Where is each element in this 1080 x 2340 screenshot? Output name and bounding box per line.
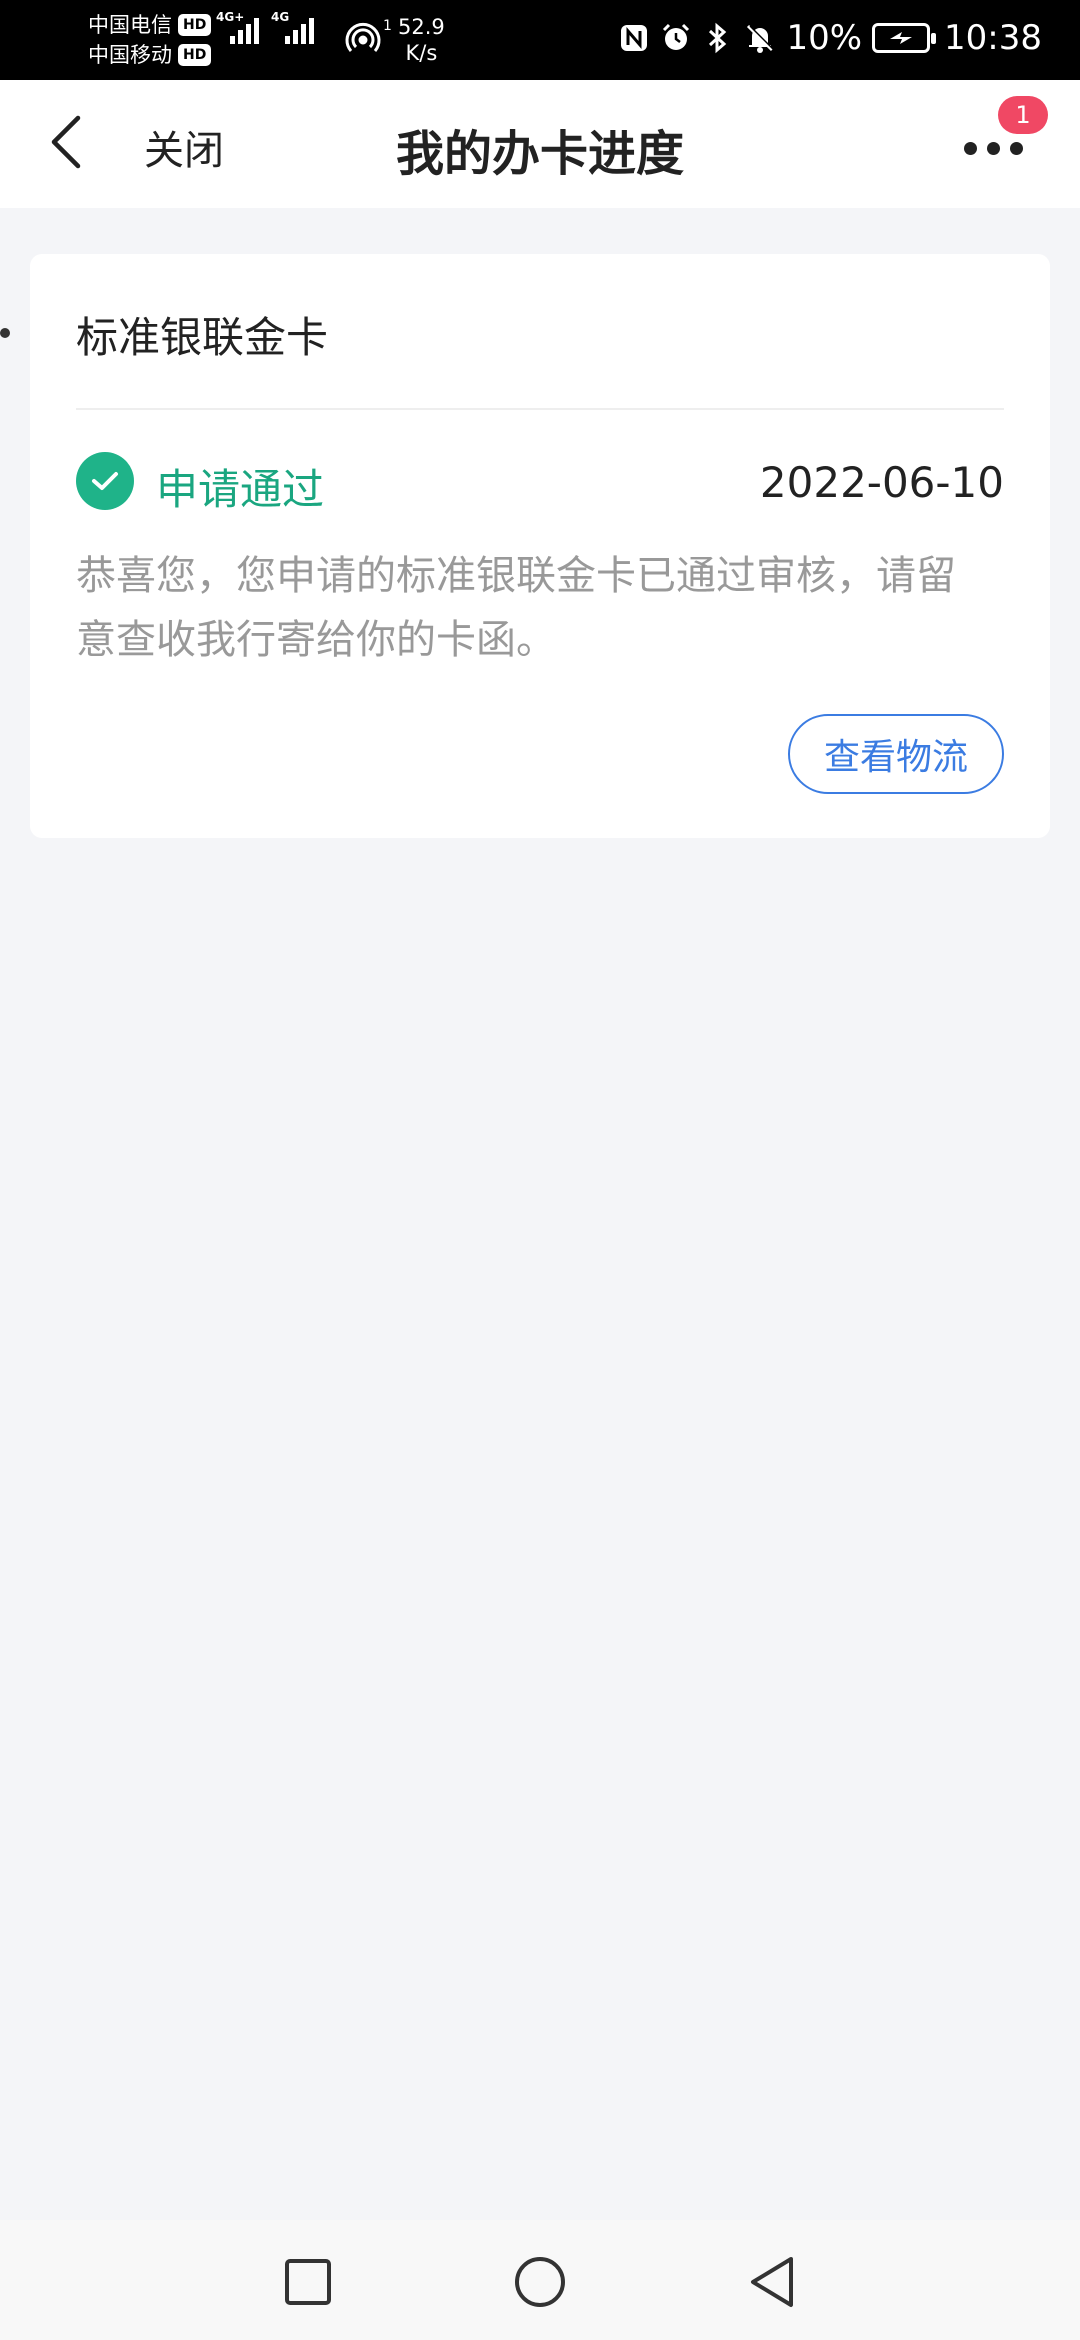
square-icon <box>285 2259 331 2305</box>
status-date: 2022-06-10 <box>759 458 1004 507</box>
notification-badge: 1 <box>998 96 1048 134</box>
signal-indicators: 4G+ 4G <box>216 10 314 44</box>
system-nav-bar <box>0 2220 1080 2340</box>
hd-badge: HD <box>178 14 212 36</box>
network-2-label: 4G <box>271 10 290 24</box>
hotspot-count: 1 <box>383 18 392 34</box>
signal-2-icon: 4G <box>271 10 314 44</box>
divider <box>76 408 1004 410</box>
home-button[interactable] <box>510 2252 570 2312</box>
more-button[interactable]: 1 <box>960 96 1048 180</box>
hotspot-icon <box>345 20 381 60</box>
recent-apps-button[interactable] <box>278 2252 338 2312</box>
view-logistics-button[interactable]: 查看物流 <box>788 714 1004 794</box>
card-progress: 标准银联金卡 申请通过 2022-06-10 恭喜您，您申请的标准银联金卡已通过… <box>30 254 1050 838</box>
bluetooth-icon <box>702 22 734 54</box>
status-description: 恭喜您，您申请的标准银联金卡已通过审核，请留意查收我行寄给你的卡函。 <box>76 553 956 663</box>
check-circle-icon <box>76 452 134 510</box>
status-label: 申请通过 <box>156 465 325 514</box>
status-right: 10% 10:38 <box>618 18 1042 58</box>
mute-bell-icon <box>744 22 776 54</box>
status-line: 申请通过 2022-06-10 <box>76 450 1004 514</box>
triangle-left-icon <box>751 2257 793 2307</box>
carrier-1-label: 中国电信 <box>88 13 172 37</box>
speed-value: 52.9 <box>398 15 445 39</box>
circle-icon <box>515 2257 565 2307</box>
card-title: 标准银联金卡 <box>76 313 329 362</box>
battery-charging-icon <box>872 23 937 53</box>
network-1-label: 4G+ <box>216 10 245 24</box>
nfc-icon <box>618 22 650 54</box>
status-bar: 中国电信 HD 中国移动 HD 4G+ 4G 1 52.9 K/s 10% 10… <box>0 0 1080 80</box>
nav-header: 关闭 我的办卡进度 1 <box>0 80 1080 208</box>
system-back-button[interactable] <box>742 2252 802 2312</box>
carrier-info: 中国电信 HD 中国移动 HD <box>88 10 212 70</box>
network-speed: 52.9 K/s <box>398 14 445 66</box>
clock: 10:38 <box>944 18 1042 58</box>
page-title: 我的办卡进度 <box>395 126 684 182</box>
more-dots-icon <box>964 142 1023 155</box>
hd-badge: HD <box>178 44 212 66</box>
alarm-icon <box>660 22 692 54</box>
carrier-2-label: 中国移动 <box>88 43 172 67</box>
side-dot <box>0 328 10 338</box>
battery-percent: 10% <box>786 18 863 58</box>
signal-1-icon: 4G+ <box>216 10 259 44</box>
speed-unit: K/s <box>405 41 438 65</box>
